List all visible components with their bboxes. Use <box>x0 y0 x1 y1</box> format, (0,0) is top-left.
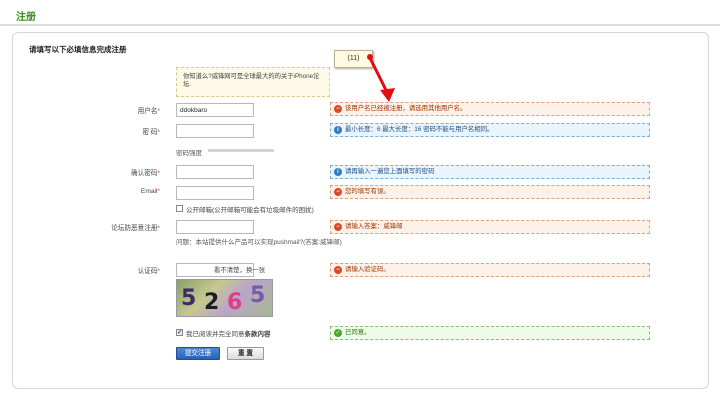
info-icon: i <box>334 126 342 134</box>
error-icon: − <box>334 105 342 113</box>
captcha-char: 6 <box>227 290 243 315</box>
password-strength-bar <box>208 149 274 152</box>
form-heading: 请填写以下必填信息完成注册 <box>29 45 127 54</box>
anti-spam-hint: 问题：本站提供什么产品可以实现pushmail?(答案:威锋邮) <box>176 239 342 246</box>
terms-link[interactable]: 条款内容 <box>245 331 271 338</box>
captcha-label: 认证码* <box>137 268 160 275</box>
password-label: 密 码* <box>142 129 160 136</box>
password-info-message: i 最小长度：6 最大长度：16 密码不能与用户名相同。 <box>330 123 650 137</box>
error-icon: − <box>334 266 342 274</box>
reset-button[interactable]: 重 置 <box>227 347 264 360</box>
captcha-char: 5 <box>250 283 266 308</box>
agree-terms-label: 我已阅读并完全同意条款内容 <box>186 331 271 338</box>
anti-spam-label: 论坛防恶意注册* <box>111 225 160 232</box>
error-icon: − <box>334 223 342 231</box>
confirm-password-input[interactable] <box>176 165 254 179</box>
page-title: 注册 <box>16 12 36 23</box>
captcha-error-message: − 请输入验证码。 <box>330 263 650 277</box>
captcha-refresh-link[interactable]: 看不清楚，换一张 <box>214 265 265 274</box>
submit-registration-button[interactable]: 提交注册 <box>176 347 220 360</box>
anti-spam-input[interactable] <box>176 220 254 234</box>
confirm-password-label: 确认密码* <box>131 170 160 177</box>
captcha-image: 5 2 6 5 <box>176 279 273 317</box>
check-icon: ✓ <box>334 329 342 337</box>
password-strength-label: 密码强度 <box>176 150 202 157</box>
public-email-label: 公开邮箱(公开邮箱可能会有垃圾邮件的困扰) <box>186 207 314 214</box>
title-divider <box>0 24 720 26</box>
captcha-char: 2 <box>204 290 220 315</box>
captcha-char: 5 <box>181 286 197 311</box>
username-error-message: − 该用户名已经被注册，请选用其他用户名。 <box>330 102 650 116</box>
password-input[interactable] <box>176 124 254 138</box>
agree-terms-checkbox[interactable] <box>176 328 183 336</box>
tip-box: 你知道么?威锋网可是全球最大的的关于iPhone论坛. <box>176 67 330 97</box>
email-input[interactable] <box>176 186 254 200</box>
public-email-checkbox[interactable] <box>176 205 183 212</box>
info-icon: i <box>334 168 342 176</box>
email-label: Email* <box>140 188 160 195</box>
username-label: 用户名* <box>137 108 160 115</box>
anti-spam-error-message: − 请输入答案：威锋邮 <box>330 220 650 234</box>
email-error-message: − 您的填写有误。 <box>330 185 650 199</box>
confirm-info-message: i 请再输入一遍您上面填写的密码 <box>330 165 650 179</box>
agree-ok-message: ✓ 已同意。 <box>330 326 650 340</box>
username-input[interactable] <box>176 103 254 117</box>
annotation-callout: (11) <box>334 50 373 68</box>
error-icon: − <box>334 188 342 196</box>
